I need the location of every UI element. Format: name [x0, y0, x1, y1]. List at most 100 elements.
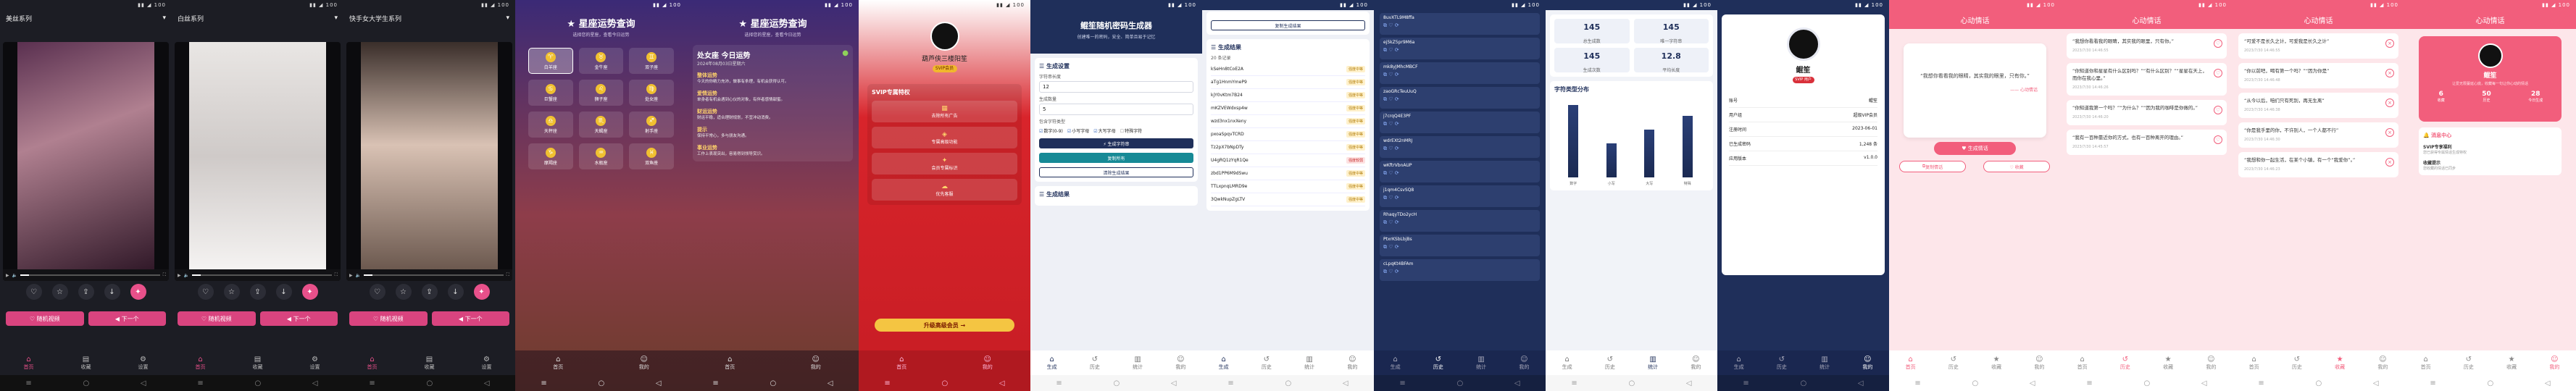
feature-item[interactable]: ◈ 专属高级功能: [872, 127, 1017, 148]
fire-icon[interactable]: ✦: [301, 284, 318, 300]
home-circle-icon[interactable]: ○: [2487, 379, 2493, 387]
tab-favorites[interactable]: ▤ 收藏: [425, 356, 435, 371]
tab-home[interactable]: ⌂ 首页: [24, 356, 34, 371]
back-icon[interactable]: ◁: [2201, 379, 2207, 387]
back-icon[interactable]: ◁: [312, 379, 318, 387]
zodiac-cell[interactable]: ♐ 射手座: [629, 112, 674, 138]
heart-icon[interactable]: ♡: [2214, 69, 2222, 77]
tab-settings[interactable]: ⚙ 设置: [138, 356, 149, 371]
back-icon[interactable]: ◁: [1858, 379, 1864, 387]
history-item[interactable]: RhaqyTDo2ycH ⧉ ♡ ⟳: [1380, 210, 1540, 232]
zodiac-cell[interactable]: ♌ 狮子座: [578, 80, 624, 106]
quote-item[interactable]: “你知道我第一个吗？”“为什么？”“因为我的咖啡是你做的。” 2023/7/30 …: [2067, 100, 2227, 125]
result-row[interactable]: pxoaSpqvTCRD 强度中等: [1211, 128, 1365, 141]
close-icon[interactable]: ×: [2385, 128, 2394, 137]
tab-generate[interactable]: ⌂ 生成: [1562, 356, 1572, 371]
close-icon[interactable]: ×: [2385, 98, 2394, 107]
history-item[interactable]: wdrEXt2nMRJ ⧉ ♡ ⟳: [1380, 136, 1540, 158]
tab-mine[interactable]: ☺ 我的: [2377, 356, 2388, 371]
star-icon[interactable]: ☆: [223, 284, 240, 300]
tab-home[interactable]: ⌂ 首页: [367, 356, 378, 371]
zodiac-cell[interactable]: ♈ 白羊座: [528, 48, 573, 74]
result-row[interactable]: Tz2pX7bNpDTy 强度中等: [1211, 141, 1365, 154]
feature-item[interactable]: ▦ 去除所有广告: [872, 101, 1017, 122]
zodiac-cell[interactable]: ♏ 天蝎座: [578, 112, 624, 138]
type-checkbox[interactable]: 特殊字符: [1120, 127, 1142, 134]
count-input[interactable]: 5: [1039, 104, 1193, 115]
zodiac-cell[interactable]: ♓ 双鱼座: [629, 143, 674, 169]
tab-history[interactable]: ↺ 历史: [2464, 356, 2474, 371]
close-icon[interactable]: ×: [2385, 158, 2394, 167]
tab-home[interactable]: ⌂ 首页: [196, 356, 206, 371]
next-video-button[interactable]: ◀ 下一个: [88, 311, 166, 326]
result-row[interactable]: zbd1PP6M9dSwu 强度中等: [1211, 167, 1365, 180]
zodiac-cell[interactable]: ♎ 天秤座: [528, 112, 573, 138]
copy-icon[interactable]: ⧉ ♡ ⟳: [1383, 96, 1536, 103]
tab-mine[interactable]: ☺ 我的: [1862, 356, 1872, 371]
share-icon[interactable]: ⇪: [421, 284, 438, 300]
quote-item[interactable]: “我有一百种靠近你的方式，也有一百种离开的理由。” 2023/7/30 14:45…: [2067, 130, 2227, 155]
copy-icon[interactable]: ⧉ ♡ ⟳: [1383, 219, 1536, 226]
result-row[interactable]: aTg1HnmYmeP9 强度中等: [1211, 76, 1365, 89]
home-circle-icon[interactable]: ○: [770, 379, 776, 387]
quote-item[interactable]: “我想和你一起生活，在某个小镇，有一个“我爱你”。” 2023/7/30 14:4…: [2238, 152, 2398, 177]
next-video-button[interactable]: ◀ 下一个: [259, 311, 338, 326]
download-icon[interactable]: ↓: [275, 284, 292, 300]
tab-mine[interactable]: ☺ 我的: [2034, 356, 2044, 371]
tab-stats[interactable]: ▥ 统计: [1133, 356, 1143, 371]
progress-bar[interactable]: [20, 274, 160, 276]
back-icon[interactable]: ◁: [2030, 379, 2035, 387]
quote-item[interactable]: “你知道你和星星有什么区别吗？”“有什么区别？”“星星在天上，而你在我心里。” 2…: [2067, 63, 2227, 96]
fullscreen-icon[interactable]: ⛶: [163, 272, 166, 278]
tab-home[interactable]: ⌂ 首页: [2077, 356, 2088, 371]
copy-results-button[interactable]: 复制生成结果: [1211, 20, 1365, 30]
back-icon[interactable]: ◁: [2373, 379, 2379, 387]
heart-icon[interactable]: ♡: [2214, 106, 2222, 114]
copy-icon[interactable]: ⧉ ♡ ⟳: [1383, 244, 1536, 251]
zodiac-cell[interactable]: ♊ 双子座: [629, 48, 674, 74]
type-checkbox[interactable]: 大写字母: [1093, 127, 1116, 134]
tab-mine[interactable]: ☺ 我的: [811, 356, 821, 371]
play-icon[interactable]: ▶: [6, 273, 9, 278]
result-row[interactable]: kjY0vKtm7B24 强度中等: [1211, 89, 1365, 102]
home-circle-icon[interactable]: ○: [1285, 379, 1291, 387]
history-item[interactable]: cLpqKt4BFAm ⧉ ♡ ⟳: [1380, 259, 1540, 281]
tab-settings[interactable]: ⚙ 设置: [310, 356, 320, 371]
tab-stats[interactable]: ▥ 统计: [1820, 356, 1830, 371]
video-player[interactable]: ▶ 🔈 ⛶: [175, 42, 341, 281]
tab-home[interactable]: ⌂ 首页: [2249, 356, 2259, 371]
video-player[interactable]: ▶ 🔈 ⛶: [3, 42, 169, 281]
random-video-button[interactable]: ♡ 随机视频: [6, 311, 84, 326]
history-item[interactable]: j7crqQ4E3PF ⧉ ♡ ⟳: [1380, 112, 1540, 133]
history-item[interactable]: j1qm4CsvSQ8 ⧉ ♡ ⟳: [1380, 185, 1540, 207]
tab-history[interactable]: ↺ 历史: [2292, 356, 2302, 371]
volume-icon[interactable]: 🔈: [12, 273, 17, 278]
menu-icon[interactable]: ≡: [1399, 379, 1405, 387]
tab-home[interactable]: ⌂ 首页: [725, 356, 735, 371]
zodiac-cell[interactable]: ♉ 金牛座: [578, 48, 624, 74]
home-circle-icon[interactable]: ○: [254, 379, 261, 387]
tab-home[interactable]: ⌂ 首页: [1906, 356, 1916, 371]
tab-mine[interactable]: ☺ 我的: [2549, 356, 2559, 371]
back-icon[interactable]: ◁: [1171, 379, 1177, 387]
zodiac-cell[interactable]: ♋ 巨蟹座: [528, 80, 573, 106]
tab-history[interactable]: ↺ 历史: [1605, 356, 1615, 371]
history-item[interactable]: ej5kZ5pr9M6a ⧉ ♡ ⟳: [1380, 38, 1540, 59]
tab-favorites[interactable]: ▤ 收藏: [253, 356, 263, 371]
tab-home[interactable]: ⌂ 首页: [2421, 356, 2431, 371]
generate-quote-button[interactable]: ♥ 生成情话: [1934, 142, 2016, 155]
back-icon[interactable]: ◁: [656, 379, 662, 387]
tab-mine[interactable]: ☺ 我的: [1691, 356, 1701, 371]
tab-mine[interactable]: ☺ 我的: [1347, 356, 1357, 371]
tab-history[interactable]: ↺ 历史: [1948, 356, 1959, 371]
tab-mine[interactable]: ☺ 我的: [1519, 356, 1529, 371]
menu-icon[interactable]: ≡: [1914, 379, 1920, 387]
quote-item[interactable]: “你是我手里的你，不许别人，一个人都不行” 2023/7/30 14:46:30 ×: [2238, 122, 2398, 148]
home-circle-icon[interactable]: ○: [598, 379, 604, 387]
next-video-button[interactable]: ◀ 下一个: [431, 311, 509, 326]
history-item[interactable]: zaoGRcTeuUuQ ⧉ ♡ ⟳: [1380, 87, 1540, 109]
close-icon[interactable]: ×: [2385, 69, 2394, 77]
clear-button[interactable]: 清除生成结果: [1039, 167, 1193, 177]
result-row[interactable]: 3QwkNupZgLTV 强度中等: [1211, 193, 1365, 206]
tab-favorites[interactable]: ★ 收藏: [2335, 356, 2345, 371]
